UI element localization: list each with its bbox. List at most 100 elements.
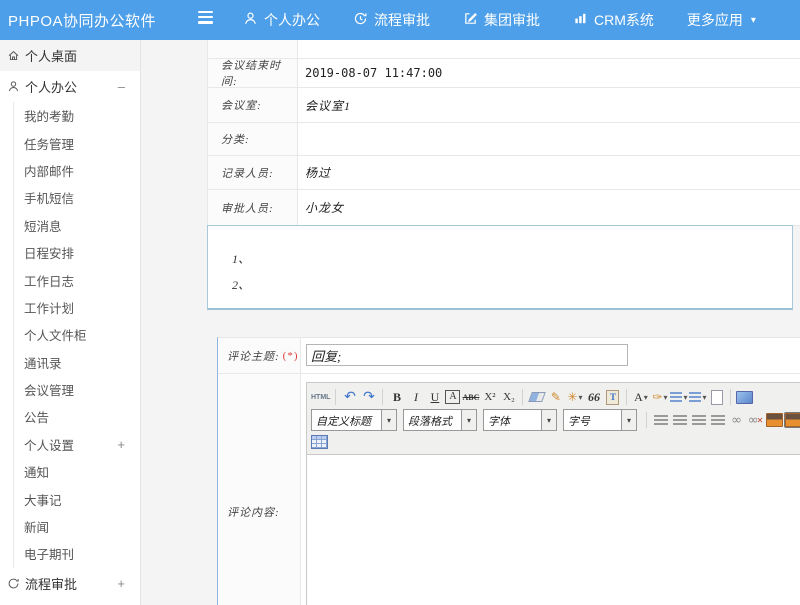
- table-row: 会议结束时间: 2019-08-07 11:47:00: [208, 59, 800, 88]
- superscript-button[interactable]: X²: [481, 388, 498, 406]
- align-justify-button[interactable]: [709, 411, 726, 429]
- unordered-list-icon: [689, 392, 701, 403]
- font-size-select[interactable]: 字号▾: [563, 409, 637, 431]
- subscript-button[interactable]: X₂: [500, 388, 517, 406]
- comment-subject-input[interactable]: [306, 344, 628, 366]
- comment-content-label: 评论内容:: [218, 374, 301, 605]
- sidebar-item-news[interactable]: 新闻: [14, 513, 140, 540]
- sidebar-item-meeting-management[interactable]: 会议管理: [14, 376, 140, 403]
- sidebar-item-announcement[interactable]: 公告: [14, 403, 140, 430]
- align-left-button[interactable]: [652, 411, 669, 429]
- quick-style-button[interactable]: ✳▾: [566, 388, 583, 406]
- editor-content-area[interactable]: [307, 455, 800, 605]
- sidebar-item-personal-settings[interactable]: 个人设置+: [14, 431, 140, 458]
- flow-icon: [353, 11, 368, 29]
- html-source-button[interactable]: HTML: [311, 388, 330, 406]
- unlink-button[interactable]: ∞✕: [747, 411, 764, 429]
- collapse-icon[interactable]: –: [118, 79, 125, 94]
- nav-item-crm[interactable]: CRM系统: [573, 10, 654, 30]
- top-nav: PHPOA协同办公软件 个人办公 流程审批 集团审批 CRM系统 更多应用 ▾: [0, 0, 800, 40]
- caret-down-icon: ▾: [621, 410, 636, 430]
- sidebar-item-my-attendance[interactable]: 我的考勤: [14, 102, 140, 129]
- table-icon: [311, 435, 328, 449]
- align-center-icon: [673, 415, 687, 426]
- undo-button[interactable]: ↶: [341, 388, 358, 406]
- strikethrough-button[interactable]: ABC: [462, 388, 479, 406]
- table-row: 审批人员: 小龙女: [208, 190, 800, 226]
- rich-text-editor: HTML ↶ ↷ B I U A ABC X² X₂ ✎ ✳▾ 66: [306, 382, 800, 605]
- row-label: 分类:: [208, 123, 298, 155]
- sidebar-item-e-journal[interactable]: 电子期刊: [14, 540, 140, 567]
- sidebar-item-phone-sms[interactable]: 手机短信: [14, 184, 140, 211]
- sidebar-item-task-management[interactable]: 任务管理: [14, 129, 140, 156]
- paragraph-format-select[interactable]: 段落格式▾: [403, 409, 477, 431]
- align-right-button[interactable]: [690, 411, 707, 429]
- font-family-select[interactable]: 字体▾: [483, 409, 557, 431]
- sidebar-item-internal-mail[interactable]: 内部邮件: [14, 157, 140, 184]
- nav-label: 更多应用: [687, 10, 743, 30]
- nav-item-workflow-approval[interactable]: 流程审批: [353, 10, 430, 30]
- align-center-button[interactable]: [671, 411, 688, 429]
- sidebar-item-personal-office[interactable]: 个人办公 –: [0, 71, 140, 102]
- expand-icon[interactable]: +: [117, 576, 125, 591]
- bold-button[interactable]: B: [388, 388, 405, 406]
- table-row: 分类:: [208, 123, 800, 156]
- blockquote-button[interactable]: 66: [585, 388, 602, 406]
- meeting-end-time-value: 2019-08-07 11:47:00: [298, 59, 800, 87]
- sidebar-item-short-message[interactable]: 短消息: [14, 212, 140, 239]
- heading-select[interactable]: 自定义标题▾: [311, 409, 397, 431]
- unordered-list-button[interactable]: ▾: [689, 388, 706, 406]
- nav-item-more-apps[interactable]: 更多应用 ▾: [687, 10, 756, 30]
- nav-label: 集团审批: [484, 10, 540, 30]
- row-label: 记录人员:: [208, 156, 298, 189]
- sidebar-submenu: 我的考勤 任务管理 内部邮件 手机短信 短消息 日程安排 工作日志 工作计划 个…: [13, 102, 140, 568]
- caret-down-icon: ▾: [663, 393, 667, 402]
- paste-button[interactable]: T: [604, 388, 621, 406]
- fullscreen-button[interactable]: [736, 388, 753, 406]
- caret-down-icon: ▾: [461, 410, 476, 430]
- new-page-button[interactable]: [708, 388, 725, 406]
- insert-table-button[interactable]: [311, 433, 328, 451]
- hamburger-menu-icon[interactable]: [198, 11, 213, 24]
- align-left-icon: [654, 415, 668, 426]
- sidebar-item-contacts[interactable]: 通讯录: [14, 349, 140, 376]
- minutes-content-box: 1、 2、: [207, 225, 793, 310]
- meeting-room-value: 会议室1: [298, 88, 800, 122]
- row-label: [208, 40, 298, 58]
- category-value: [298, 123, 800, 155]
- row-label: 会议结束时间:: [208, 59, 298, 87]
- font-box-button[interactable]: A: [445, 390, 460, 404]
- meeting-info-table: 会议结束时间: 2019-08-07 11:47:00 会议室: 会议室1 分类…: [207, 40, 800, 226]
- underline-button[interactable]: U: [426, 388, 443, 406]
- nav-label: 个人办公: [264, 10, 320, 30]
- sidebar-item-work-plan[interactable]: 工作计划: [14, 294, 140, 321]
- approver-value: 小龙女: [298, 190, 800, 225]
- align-right-icon: [692, 415, 706, 426]
- net-image-icon: [785, 413, 800, 427]
- sidebar-item-memorabilia[interactable]: 大事记: [14, 485, 140, 512]
- redo-button[interactable]: ↷: [360, 388, 377, 406]
- highlight-button[interactable]: ✑▾: [651, 388, 668, 406]
- blank-page-icon: [711, 390, 723, 405]
- sidebar-item-personal-files[interactable]: 个人文件柜: [14, 321, 140, 348]
- ordered-list-button[interactable]: ▾: [670, 388, 687, 406]
- sidebar-item-workflow-approval[interactable]: 流程审批 +: [0, 568, 140, 599]
- sidebar-item-personal-desktop[interactable]: 个人桌面: [0, 40, 140, 71]
- link-button[interactable]: ∞: [728, 411, 745, 429]
- remove-format-button[interactable]: [528, 388, 545, 406]
- image-button[interactable]: [766, 411, 783, 429]
- italic-button[interactable]: I: [407, 388, 424, 406]
- image-icon: [766, 413, 783, 427]
- person-icon: [243, 11, 258, 29]
- sidebar-item-notification[interactable]: 通知: [14, 458, 140, 485]
- format-painter-button[interactable]: ✎: [547, 388, 564, 406]
- monitor-icon: [736, 391, 753, 404]
- font-color-button[interactable]: A▾: [632, 388, 649, 406]
- net-image-button[interactable]: [785, 411, 800, 429]
- nav-item-personal-office[interactable]: 个人办公: [243, 10, 320, 30]
- sidebar-item-work-diary[interactable]: 工作日志: [14, 266, 140, 293]
- paste-icon: T: [606, 390, 619, 405]
- expand-icon[interactable]: +: [117, 437, 125, 452]
- sidebar-item-schedule[interactable]: 日程安排: [14, 239, 140, 266]
- nav-item-group-approval[interactable]: 集团审批: [463, 10, 540, 30]
